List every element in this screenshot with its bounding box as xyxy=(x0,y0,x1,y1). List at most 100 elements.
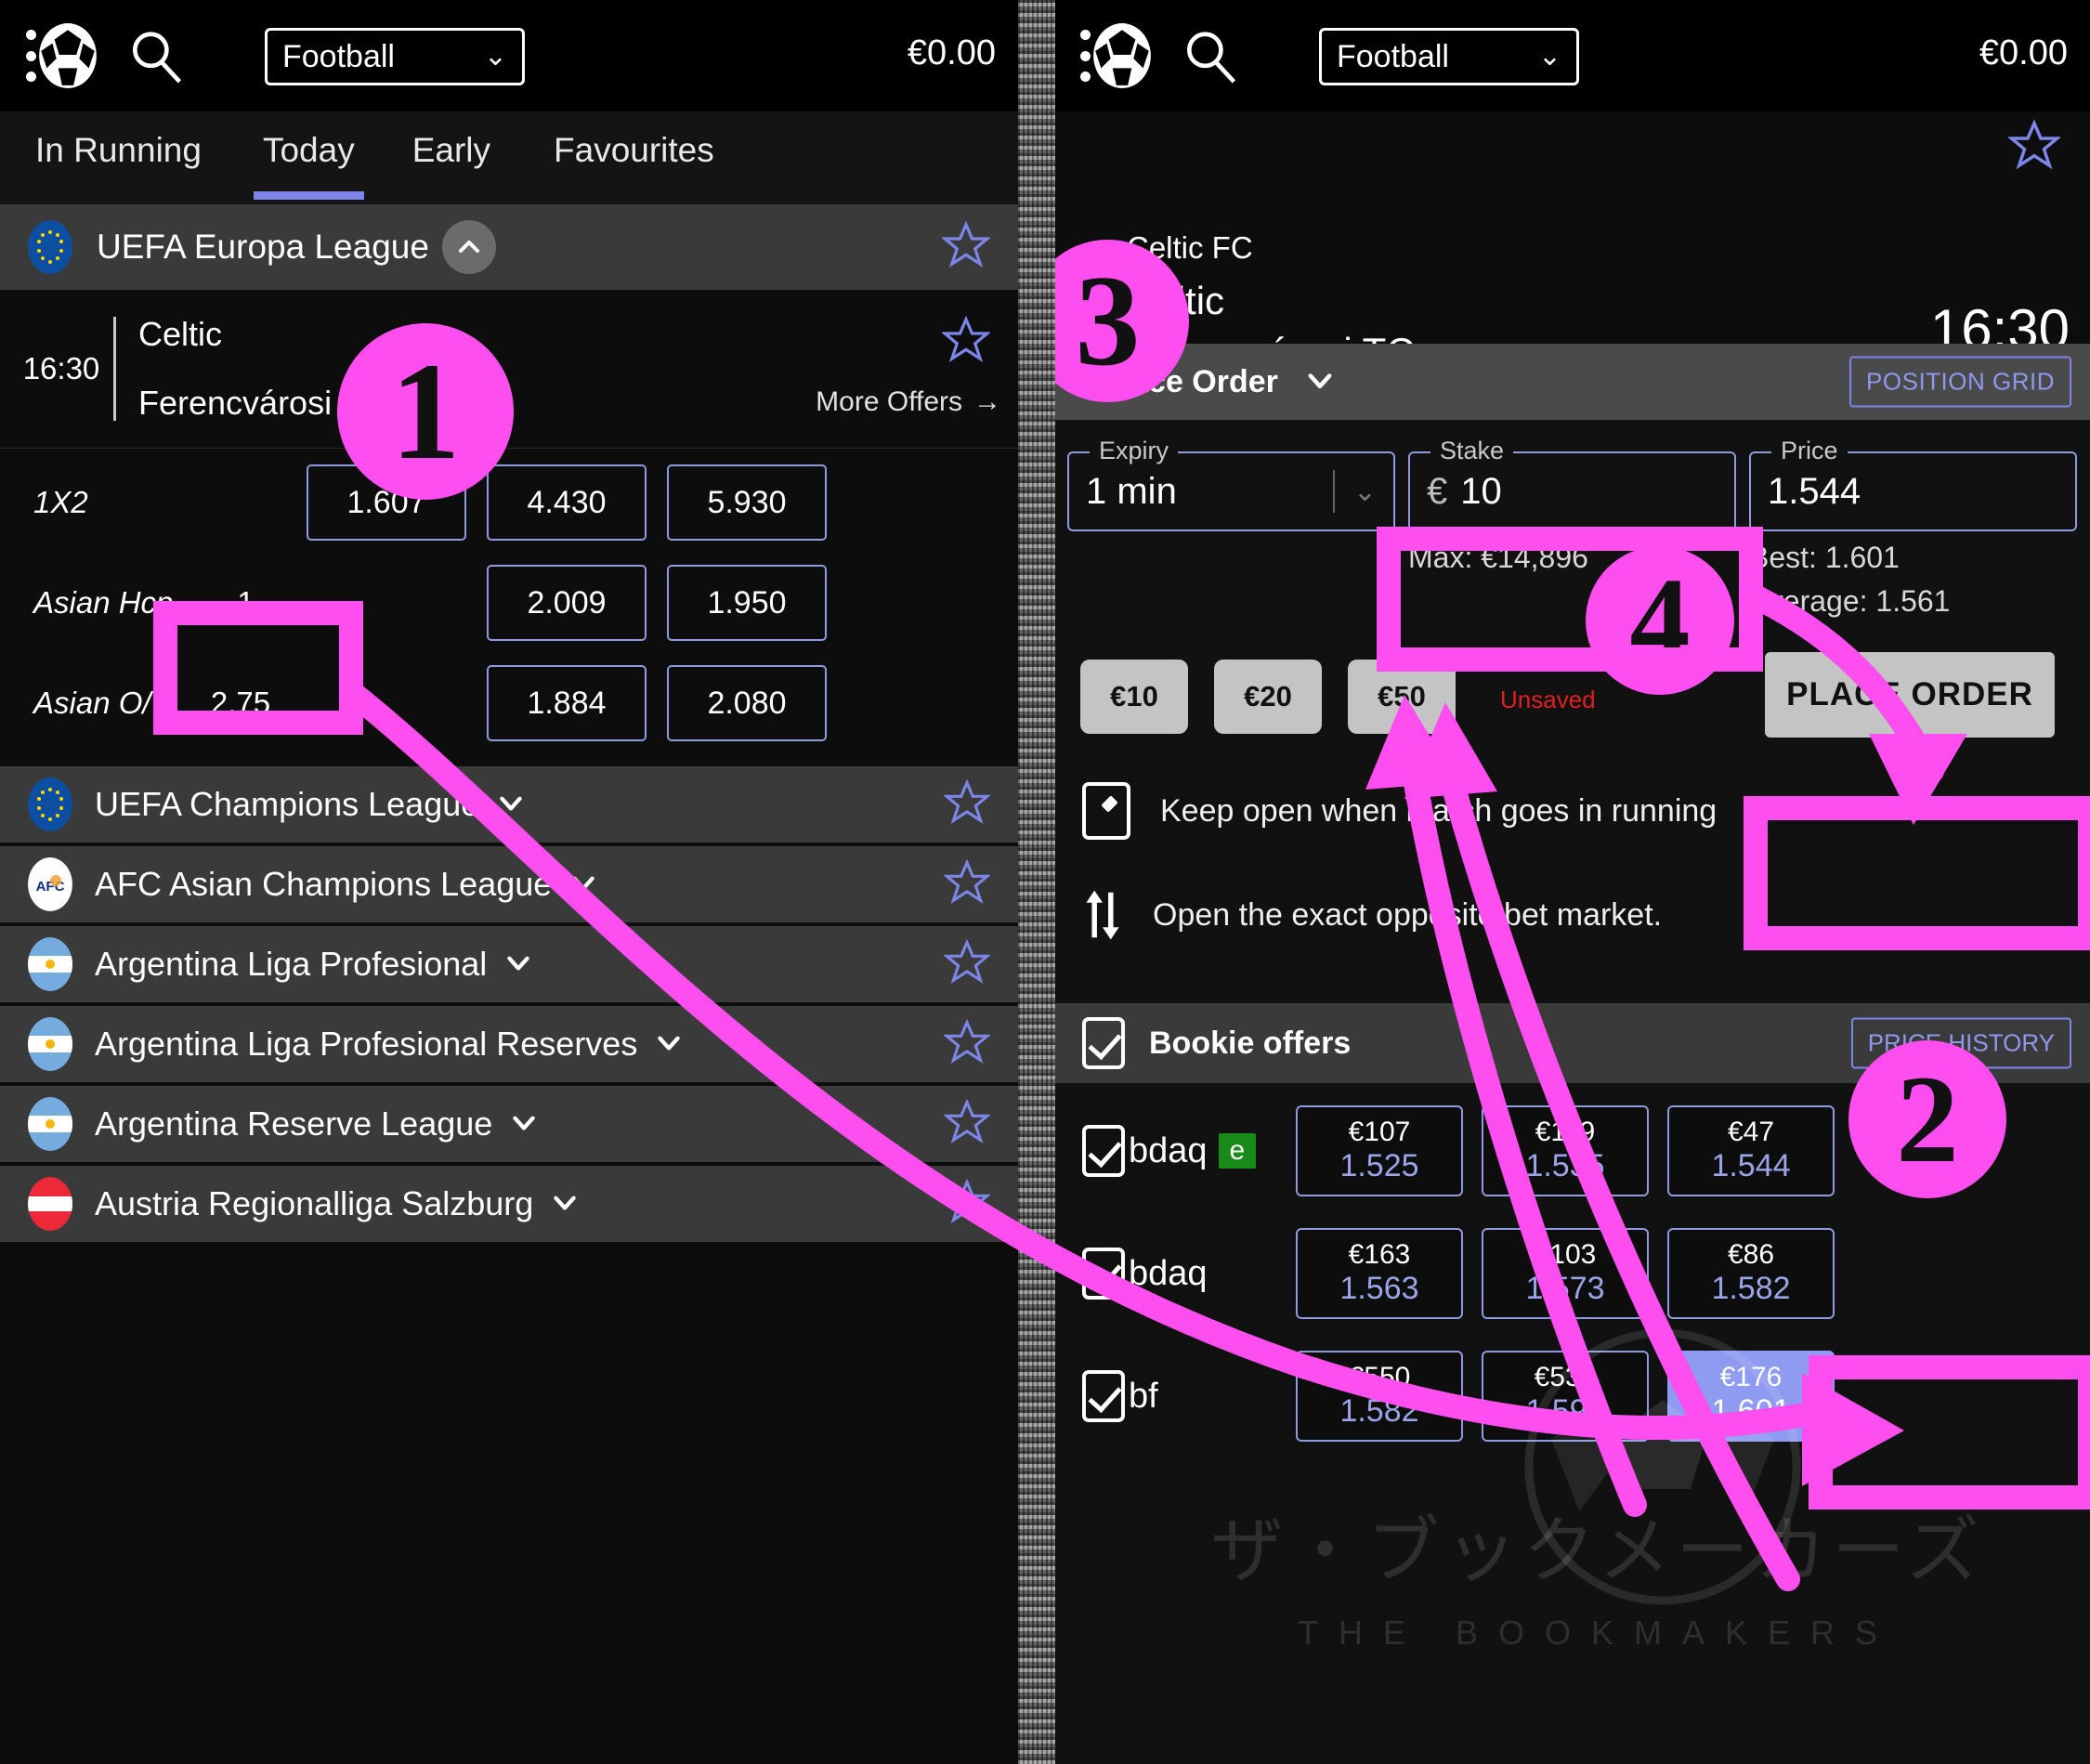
balance-display: €0.00 xyxy=(907,33,996,72)
chevron-down-icon: ⌄ xyxy=(483,41,507,72)
expiry-select[interactable]: Expiry 1 min ⌄ xyxy=(1067,437,1395,531)
favourite-star-icon[interactable] xyxy=(942,1098,992,1150)
odds-cell-over[interactable]: 2.009 xyxy=(487,565,647,641)
quick-stake-20[interactable]: €20 xyxy=(1214,660,1322,734)
price-cell[interactable]: €86 1.582 xyxy=(1667,1228,1835,1319)
price-odds: 1.563 xyxy=(1339,1271,1419,1307)
league-header-label: UEFA Europa League xyxy=(97,228,429,266)
option-opposite-market[interactable]: Open the exact opposite bet market. xyxy=(1054,888,2090,942)
swap-vertical-icon[interactable] xyxy=(1082,888,1123,942)
league-header-uefa-europa[interactable]: UEFA Europa League xyxy=(0,204,1018,290)
price-label: Price xyxy=(1771,437,1848,465)
position-grid-button[interactable]: POSITION GRID xyxy=(1849,356,2071,408)
chevron-down-icon[interactable] xyxy=(503,947,533,982)
chevron-down-icon[interactable] xyxy=(568,868,598,902)
price-field-wrap: Price 1.544 xyxy=(1749,437,2077,531)
league-row[interactable]: Argentina Liga Profesional xyxy=(0,926,1018,1006)
chevron-down-icon[interactable] xyxy=(654,1027,684,1062)
place-order-button[interactable]: PLACE ORDER xyxy=(1765,652,2055,738)
price-odds: 1.582 xyxy=(1711,1271,1791,1307)
quick-stake-10[interactable]: €10 xyxy=(1080,660,1188,734)
price-odds: 1.573 xyxy=(1525,1271,1605,1307)
right-panel-bet-detail: Football ⌄ €0.00 Celtic FC Celtic Ferenc… xyxy=(1054,0,2090,1764)
price-cell[interactable]: €47 1.544 xyxy=(1667,1105,1835,1196)
odds-row-asian-ou: Asian O/U 2.75 1.884 2.080 xyxy=(0,653,1018,753)
expiry-value: 1 min xyxy=(1086,470,1177,512)
chevron-down-icon[interactable] xyxy=(1304,364,1336,400)
bookie-name-cell[interactable]: bdaq e xyxy=(1054,1125,1296,1177)
favourite-star-icon[interactable] xyxy=(942,778,992,830)
price-cell[interactable]: €550 1.582 xyxy=(1296,1351,1463,1442)
chevron-down-icon[interactable] xyxy=(509,1107,539,1142)
odds-cell-under[interactable]: 2.080 xyxy=(667,665,827,741)
favourite-star-icon[interactable] xyxy=(940,220,992,274)
favourite-star-icon[interactable] xyxy=(942,858,992,910)
price-cell[interactable]: €103 1.573 xyxy=(1482,1228,1649,1319)
favourite-star-icon[interactable] xyxy=(2006,119,2062,176)
tab-in-running[interactable]: In Running xyxy=(35,131,202,185)
search-icon[interactable] xyxy=(126,27,184,85)
sport-selector[interactable]: Football ⌄ xyxy=(265,28,525,85)
search-icon[interactable] xyxy=(1181,27,1238,85)
price-amount: €119 xyxy=(1535,1117,1596,1148)
stake-field-wrap: Stake € 10 xyxy=(1408,437,1736,531)
odds-cell-draw[interactable]: 4.430 xyxy=(487,464,647,541)
at-flag-icon xyxy=(28,1177,72,1231)
price-amount: €103 xyxy=(1534,1239,1597,1271)
market-label: Asian O/U xyxy=(33,686,174,720)
bookie-checkbox[interactable] xyxy=(1082,1248,1125,1300)
league-row[interactable]: Argentina Liga Profesional Reserves xyxy=(0,1006,1018,1086)
chevron-down-icon: ⌄ xyxy=(1537,41,1561,72)
league-row-label: Argentina Liga Profesional xyxy=(95,945,488,983)
stake-input[interactable]: Stake € 10 xyxy=(1408,437,1736,531)
tab-favourites[interactable]: Favourites xyxy=(554,131,714,185)
bookie-offers-checkbox[interactable] xyxy=(1082,1017,1125,1069)
price-odds: 1.525 xyxy=(1339,1148,1419,1184)
league-row[interactable]: UEFA Champions League xyxy=(0,766,1018,846)
odds-cell-under[interactable]: 1.950 xyxy=(667,565,827,641)
odds-row-1x2: 1X2 1.607 4.430 5.930 xyxy=(0,452,1018,553)
price-cell[interactable]: €119 1.535 xyxy=(1482,1105,1649,1196)
option-keep-open[interactable]: Keep open when match goes in running xyxy=(1054,782,2090,840)
odds-cell-away[interactable]: 5.930 xyxy=(667,464,827,541)
tab-today[interactable]: Today xyxy=(253,131,364,200)
favourite-star-icon[interactable] xyxy=(942,1018,992,1070)
quick-stake-50[interactable]: €50 xyxy=(1348,660,1456,734)
price-odds: 1.582 xyxy=(1339,1393,1419,1430)
bookie-offers-title: Bookie offers xyxy=(1149,1025,1352,1061)
watermark-en-text: THE BOOKMAKERS xyxy=(1297,1614,1899,1652)
price-cell[interactable]: €107 1.525 xyxy=(1296,1105,1463,1196)
chevron-down-icon[interactable] xyxy=(550,1187,580,1222)
odds-cell-over[interactable]: 1.884 xyxy=(487,665,647,741)
divider xyxy=(1332,470,1335,513)
app-screenshot: Football ⌄ €0.00 In Running Today Early … xyxy=(0,0,2090,1764)
price-input[interactable]: Price 1.544 xyxy=(1749,437,2077,531)
tab-early[interactable]: Early xyxy=(412,131,490,185)
league-row[interactable]: Austria Regionalliga Salzburg xyxy=(0,1166,1018,1246)
ar-flag-icon xyxy=(28,937,72,991)
price-cell[interactable]: €163 1.563 xyxy=(1296,1228,1463,1319)
bookie-checkbox[interactable] xyxy=(1082,1370,1125,1422)
bookie-name-cell[interactable]: bf xyxy=(1054,1370,1296,1422)
favourite-star-icon[interactable] xyxy=(942,938,992,990)
chevron-down-icon[interactable] xyxy=(496,788,526,822)
bookie-name-cell[interactable]: bdaq xyxy=(1054,1248,1296,1300)
keep-open-icon[interactable] xyxy=(1082,782,1130,840)
price-amount: €163 xyxy=(1348,1239,1411,1271)
bookie-checkbox[interactable] xyxy=(1082,1125,1125,1177)
match-favourite-star-icon[interactable] xyxy=(940,315,992,369)
league-row[interactable]: AFC AFC Asian Champions League xyxy=(0,846,1018,926)
watermark-football-icon xyxy=(1524,1328,1801,1605)
chevron-up-icon[interactable] xyxy=(441,220,496,274)
favourite-star-icon[interactable] xyxy=(942,1178,992,1230)
league-row[interactable]: Argentina Reserve League xyxy=(0,1086,1018,1166)
eu-flag-icon xyxy=(28,220,72,274)
bookie-name: bdaq xyxy=(1129,1130,1208,1170)
more-offers-link[interactable]: More Offers → xyxy=(816,386,1001,418)
bookie-row: bdaq €163 1.563 €103 1.573 €86 1.582 xyxy=(1054,1219,2090,1328)
panel-seam-divider xyxy=(1018,0,1055,1764)
place-order-bar[interactable]: Place Order POSITION GRID xyxy=(1054,344,2090,420)
price-odds: 1.544 xyxy=(1711,1148,1791,1184)
chevron-down-icon: ⌄ xyxy=(1352,476,1377,507)
sport-selector[interactable]: Football ⌄ xyxy=(1319,28,1579,85)
